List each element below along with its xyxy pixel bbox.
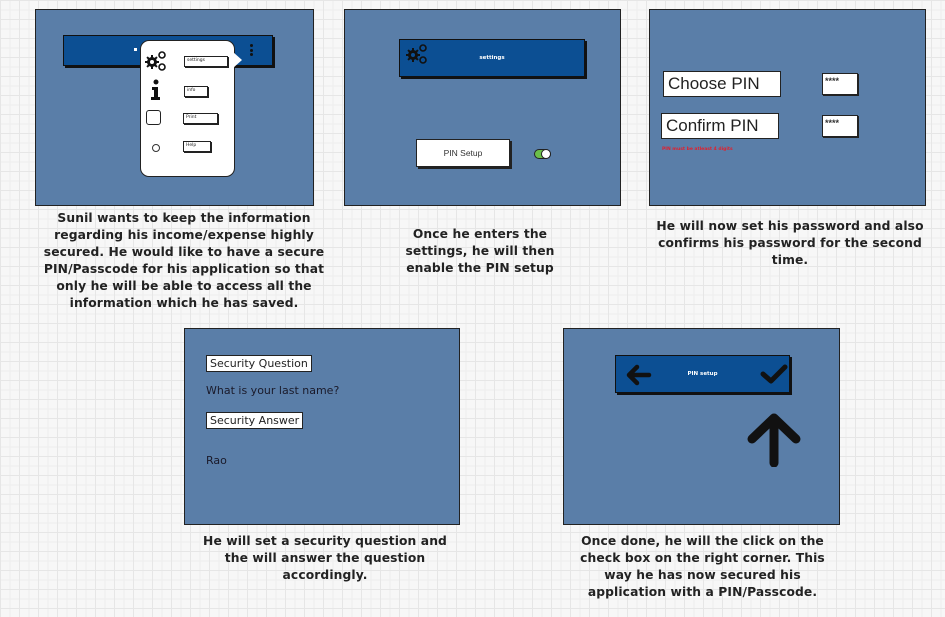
gears-icon <box>406 44 427 64</box>
caption-1: Sunil wants to keep the information rega… <box>43 211 325 310</box>
menu-item-label: Print <box>183 113 218 124</box>
storyboard-panel-settings: settings PIN Setup <box>344 9 621 206</box>
menu-item-label: info <box>184 86 208 97</box>
menu-item-print[interactable]: Print <box>141 108 236 132</box>
info-icon <box>151 79 160 100</box>
checkmark-icon[interactable] <box>760 363 788 385</box>
pin-setup-app-bar: PIN setup <box>615 355 790 393</box>
help-icon <box>152 144 160 152</box>
storyboard-panel-pin-setup-confirm: PIN setup <box>563 328 840 525</box>
arrow-up-icon <box>747 413 801 467</box>
security-question-label: Security Question <box>206 355 312 372</box>
choose-pin-label: Choose PIN <box>663 71 781 97</box>
menu-item-settings[interactable]: settings <box>141 49 236 73</box>
confirm-pin-label: Confirm PIN <box>661 113 779 139</box>
choose-pin-input[interactable]: **** <box>822 73 858 95</box>
confirm-pin-input[interactable]: **** <box>822 115 858 137</box>
storyboard-panel-menu: settings info Print Help <box>35 9 314 206</box>
app-bar-title: settings <box>479 55 505 61</box>
checkbox-icon <box>146 110 161 125</box>
security-answer-label: Security Answer <box>206 412 304 429</box>
overflow-menu: settings info Print Help <box>140 40 242 177</box>
caption-3: He will now set his password and also co… <box>656 219 924 267</box>
storyboard-panel-choose-pin: Choose PIN **** Confirm PIN **** PIN mus… <box>649 9 926 206</box>
security-question-text[interactable]: What is your last name? <box>206 384 339 397</box>
pin-setup-toggle[interactable] <box>534 149 551 159</box>
menu-item-label: Help <box>183 141 211 152</box>
caption-5: Once done, he will the click on the chec… <box>580 534 825 599</box>
caption-2: Once he enters the settings, he will the… <box>405 227 555 275</box>
gears-icon <box>145 51 166 71</box>
security-answer-text[interactable]: Rao <box>206 454 227 467</box>
menu-item-help[interactable]: Help <box>141 136 236 160</box>
settings-app-bar: settings <box>399 39 585 77</box>
toggle-knob <box>541 149 551 159</box>
caption-4: He will set a security question and the … <box>203 534 447 582</box>
menu-pointer-dot <box>134 48 137 51</box>
kebab-menu-icon[interactable] <box>250 44 253 56</box>
pin-setup-button[interactable]: PIN Setup <box>416 139 510 167</box>
menu-item-info[interactable]: info <box>141 79 236 103</box>
pin-error-message: PIN must be atleast 4 digits <box>662 147 733 152</box>
menu-item-label: settings <box>184 56 228 67</box>
storyboard-panel-security: Security Question What is your last name… <box>184 328 460 525</box>
